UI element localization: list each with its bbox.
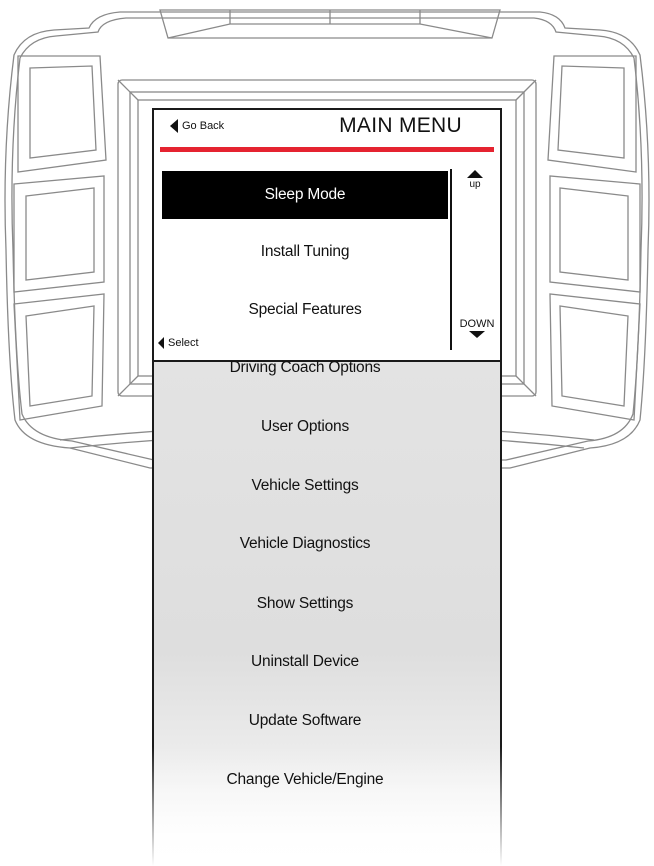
header-accent-line xyxy=(160,147,494,152)
screen-header: Go Back MAIN MENU xyxy=(154,110,500,148)
menu-item-uninstall-device[interactable]: Uninstall Device xyxy=(162,638,448,686)
up-arrow-icon xyxy=(467,170,483,178)
scroll-up-button[interactable]: up xyxy=(458,170,492,210)
go-back-button[interactable]: Go Back xyxy=(170,119,224,133)
menu-item-change-vehicle-engine[interactable]: Change Vehicle/Engine xyxy=(162,756,448,804)
page-title: MAIN MENU xyxy=(339,114,462,137)
menu-item-show-settings[interactable]: Show Settings xyxy=(162,580,448,628)
menu-item-vehicle-diagnostics[interactable]: Vehicle Diagnostics xyxy=(162,520,448,568)
menu-item-driving-coach-options[interactable]: Driving Coach Options xyxy=(162,344,448,392)
menu-item-install-tuning[interactable]: Install Tuning xyxy=(162,228,448,276)
go-back-label: Go Back xyxy=(182,120,225,132)
scrollbar-divider xyxy=(450,169,452,350)
menu-item-special-features[interactable]: Special Features xyxy=(162,286,448,334)
back-arrow-icon xyxy=(170,119,178,133)
menu-item-sleep-mode[interactable]: Sleep Mode xyxy=(162,171,448,219)
down-arrow-icon xyxy=(469,331,485,338)
scroll-down-button[interactable]: DOWN xyxy=(454,318,500,352)
menu-item-update-software[interactable]: Update Software xyxy=(162,697,448,745)
menu-item-vehicle-settings[interactable]: Vehicle Settings xyxy=(162,462,448,510)
scroll-up-label: up xyxy=(469,179,481,190)
scroll-down-label: DOWN xyxy=(459,318,495,330)
menu-item-user-options[interactable]: User Options xyxy=(162,403,448,451)
